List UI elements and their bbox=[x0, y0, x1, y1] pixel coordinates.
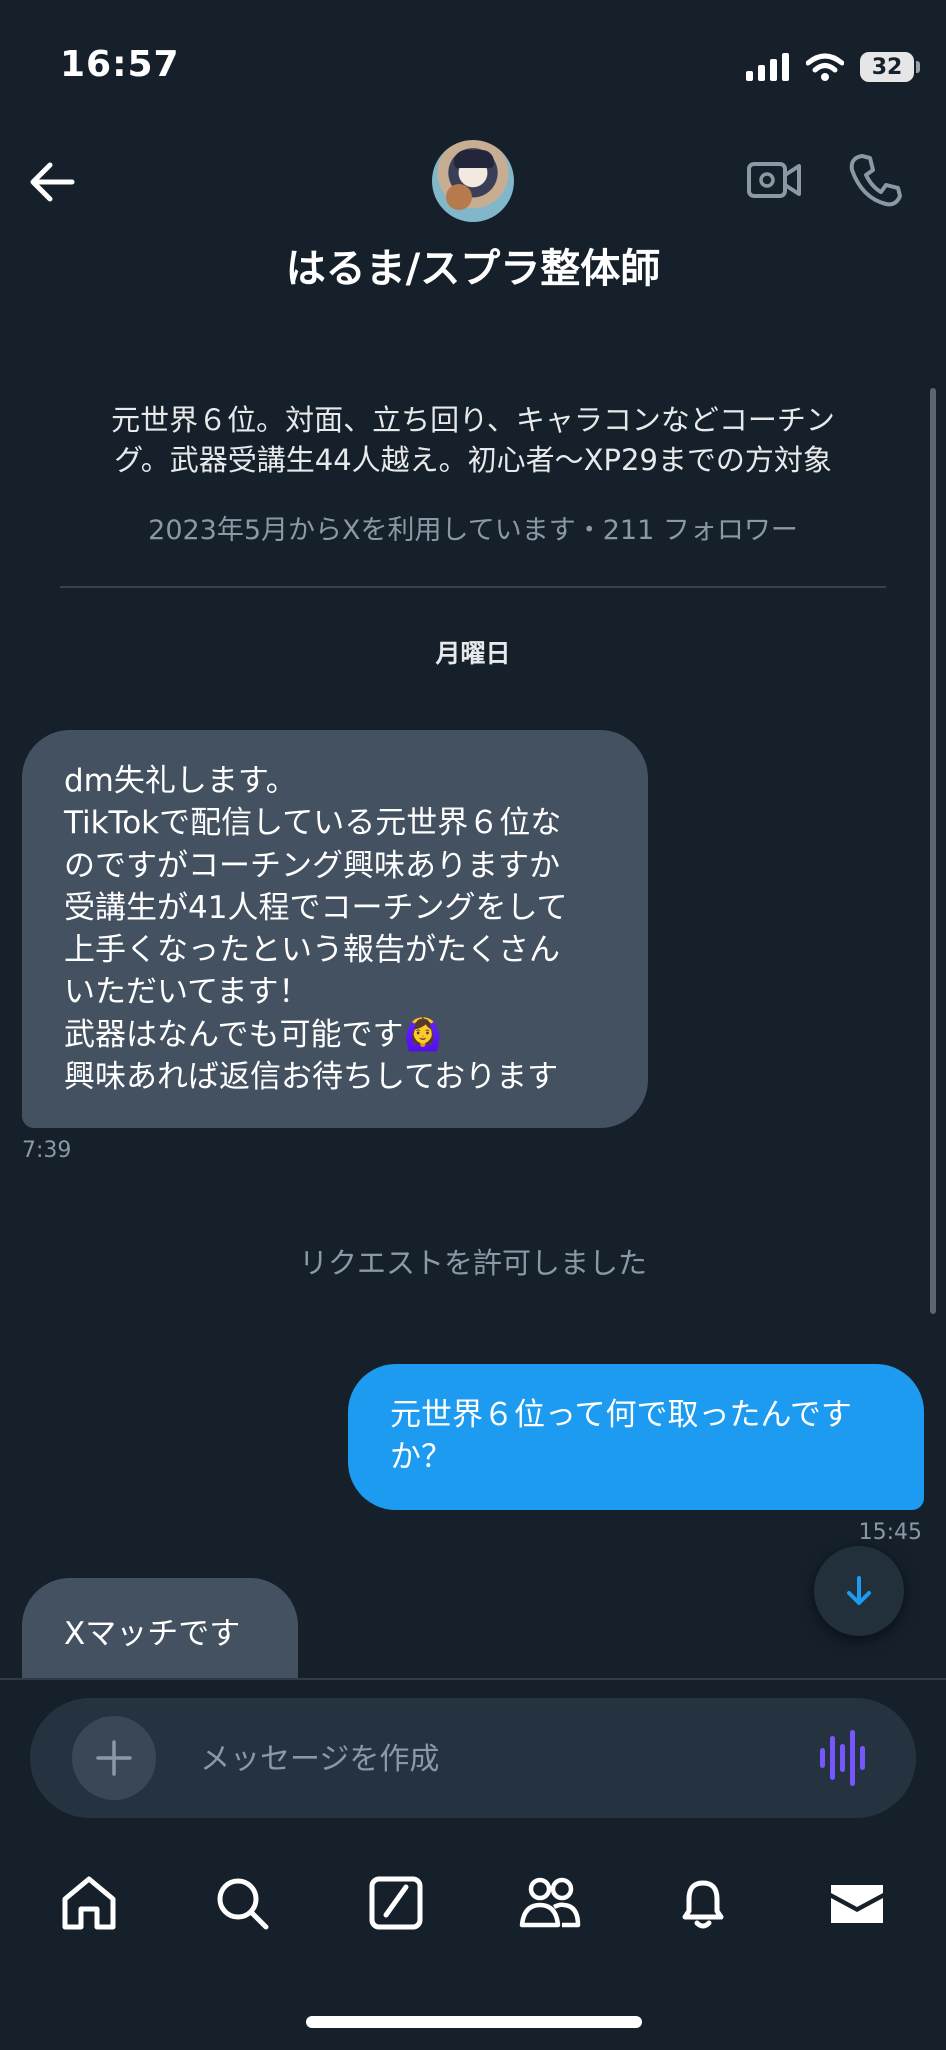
day-separator: 月曜日 bbox=[435, 639, 511, 668]
phone-icon[interactable] bbox=[846, 150, 906, 210]
bottom-nav bbox=[0, 1868, 946, 1938]
nav-search[interactable] bbox=[207, 1868, 277, 1938]
avatar-cap bbox=[454, 150, 494, 168]
home-indicator bbox=[306, 2016, 642, 2028]
signal-icon bbox=[746, 53, 789, 81]
message-input[interactable] bbox=[198, 1736, 782, 1782]
status-icons: 32 bbox=[746, 52, 920, 82]
bell-icon bbox=[682, 1880, 724, 1929]
nav-notifications[interactable] bbox=[668, 1868, 738, 1938]
nav-communities[interactable] bbox=[515, 1868, 585, 1938]
outgoing-message[interactable]: 元世界６位って何で取ったんです か？ bbox=[348, 1364, 924, 1510]
message-timestamp: 15:45 bbox=[858, 1520, 922, 1545]
nav-compose[interactable] bbox=[361, 1868, 431, 1938]
incoming-message[interactable]: dm失礼します。 TikTokで配信している元世界６位な のですがコーチング興味… bbox=[22, 730, 648, 1128]
system-message: リクエストを許可しました bbox=[298, 1246, 647, 1280]
scroll-to-bottom-button[interactable] bbox=[814, 1546, 904, 1636]
nav-home[interactable] bbox=[54, 1868, 124, 1938]
back-arrow-icon[interactable] bbox=[26, 156, 78, 208]
profile-meta: 2023年5月からXを利用しています・211 フォロワー bbox=[148, 515, 798, 546]
video-camera-icon[interactable] bbox=[746, 152, 802, 208]
status-time: 16:57 bbox=[60, 44, 180, 85]
plus-icon bbox=[96, 1740, 132, 1776]
search-icon bbox=[217, 1878, 269, 1930]
scrollbar[interactable] bbox=[930, 388, 936, 1314]
nav-messages[interactable] bbox=[822, 1868, 892, 1938]
add-attachment-button[interactable] bbox=[72, 1716, 156, 1800]
message-timestamp: 7:39 bbox=[22, 1138, 72, 1163]
mail-icon bbox=[831, 1885, 884, 1923]
divider bbox=[60, 586, 886, 588]
arrow-down-icon bbox=[847, 1576, 871, 1605]
compose-icon bbox=[369, 1876, 423, 1930]
voice-message-icon[interactable] bbox=[818, 1730, 872, 1786]
profile-bio: 元世界６位。対面、立ち回り、キャラコンなどコーチン グ。武器受講生44人越え。初… bbox=[111, 403, 835, 477]
avatar-ball bbox=[446, 184, 472, 210]
communities-icon bbox=[519, 1877, 581, 1928]
wifi-icon bbox=[806, 53, 844, 81]
battery-icon: 32 bbox=[860, 52, 920, 82]
incoming-message[interactable]: Xマッチです bbox=[22, 1578, 298, 1678]
home-icon bbox=[62, 1876, 116, 1930]
conversation-name[interactable]: はるま/スプラ整体師 bbox=[0, 236, 946, 294]
avatar[interactable] bbox=[432, 140, 514, 222]
